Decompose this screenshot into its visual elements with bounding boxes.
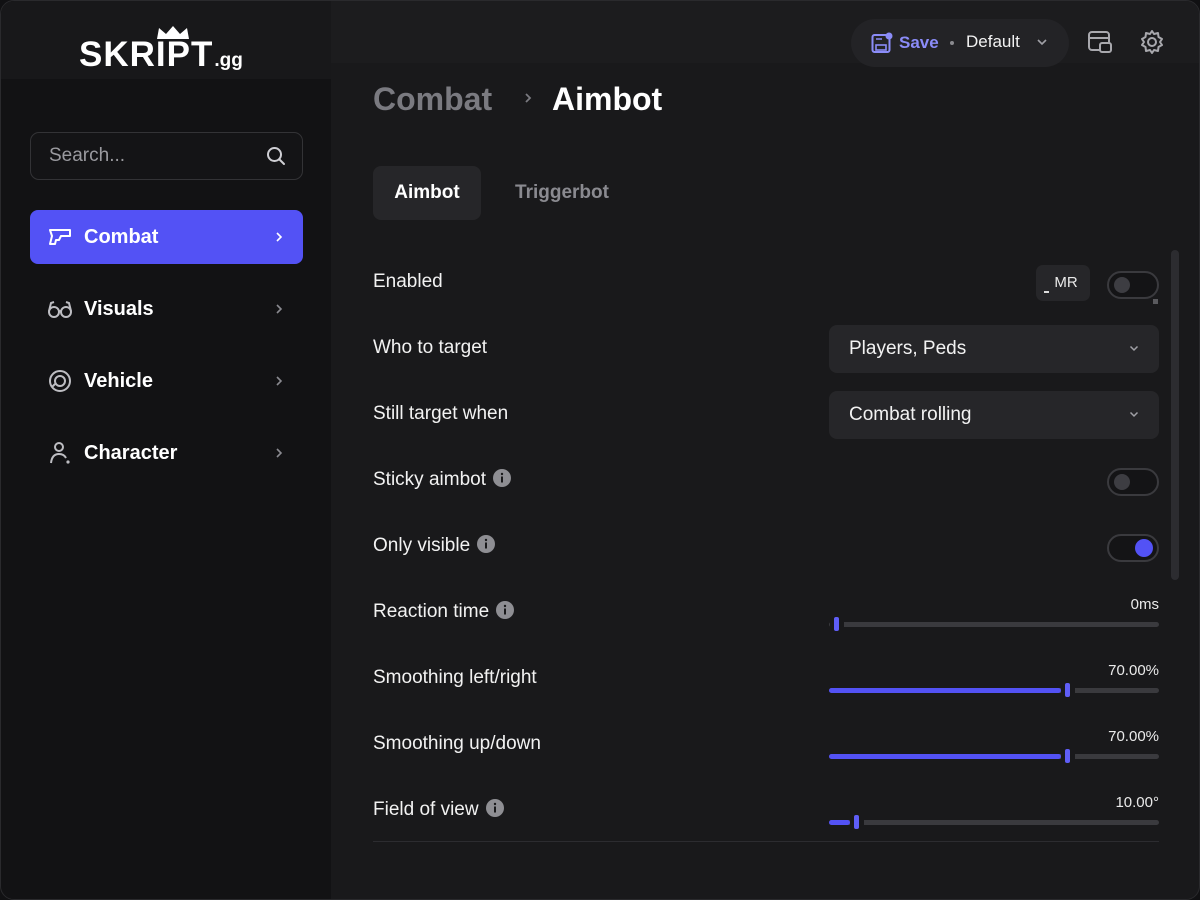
slider-thumb[interactable] bbox=[1065, 683, 1070, 697]
logo-suffix: .gg bbox=[214, 50, 243, 71]
sidebar-item-vehicle[interactable]: Vehicle bbox=[30, 354, 303, 408]
search-icon[interactable] bbox=[266, 146, 286, 166]
reaction-time-slider[interactable] bbox=[829, 617, 1159, 631]
slider-thumb[interactable] bbox=[834, 617, 839, 631]
only-visible-toggle[interactable] bbox=[1107, 534, 1159, 562]
separator-dot bbox=[950, 41, 954, 45]
chevron-right-icon bbox=[276, 232, 283, 242]
slider-thumb[interactable] bbox=[1065, 749, 1070, 763]
breadcrumb-parent[interactable]: Combat bbox=[373, 81, 492, 118]
dropdown-value: Players, Peds bbox=[849, 338, 967, 359]
tab-triggerbot[interactable]: Triggerbot bbox=[494, 166, 630, 220]
sidebar-item-label: Visuals bbox=[84, 298, 154, 320]
resize-handle bbox=[1153, 299, 1158, 304]
setting-label-sticky-aimbot: Sticky aimbot bbox=[373, 467, 511, 493]
slider-thumb[interactable] bbox=[854, 815, 859, 829]
steering-wheel-icon bbox=[49, 370, 71, 392]
info-icon[interactable] bbox=[485, 799, 504, 818]
scrollbar[interactable] bbox=[1171, 250, 1179, 580]
sidebar-item-character[interactable]: Character bbox=[30, 426, 303, 480]
smoothing-ud-slider[interactable] bbox=[829, 749, 1159, 763]
sticky-aimbot-label: Sticky aimbot bbox=[373, 469, 486, 490]
glasses-icon bbox=[48, 301, 72, 318]
config-bar: Save Default bbox=[851, 19, 1069, 67]
user-icon bbox=[50, 442, 70, 464]
main-panel: Save Default Combat Aimbot Aimbot Trigge… bbox=[331, 1, 1199, 899]
sidebar: SKRIPT.gg Combat bbox=[1, 1, 331, 899]
fov-slider[interactable] bbox=[829, 815, 1159, 829]
slider-fill bbox=[829, 688, 1061, 693]
fov-label: Field of view bbox=[373, 799, 479, 820]
setting-label-still-target-when: Still target when bbox=[373, 403, 509, 424]
setting-label-who-to-target: Who to target bbox=[373, 337, 488, 358]
logo: SKRIPT.gg bbox=[79, 26, 243, 85]
tab-aimbot[interactable]: Aimbot bbox=[373, 166, 481, 220]
section-divider bbox=[373, 841, 1159, 842]
gear-icon[interactable] bbox=[1139, 29, 1165, 55]
smoothing-ud-value: 70.00% bbox=[1108, 728, 1159, 745]
sidebar-item-label: Combat bbox=[84, 226, 159, 248]
sidebar-item-combat[interactable]: Combat bbox=[30, 210, 303, 264]
fov-value: 10.00° bbox=[1115, 794, 1159, 811]
search-input[interactable] bbox=[49, 133, 269, 179]
save-button[interactable]: Save bbox=[899, 19, 939, 67]
info-icon[interactable] bbox=[477, 535, 496, 554]
info-icon[interactable] bbox=[492, 469, 511, 488]
slider-track bbox=[829, 622, 1159, 627]
setting-label-enabled: Enabled bbox=[373, 271, 443, 292]
gun-icon bbox=[49, 229, 71, 245]
page-title: Aimbot bbox=[552, 81, 663, 117]
toggle-knob bbox=[1114, 474, 1130, 490]
still-target-when-select[interactable]: Combat rolling bbox=[829, 391, 1159, 439]
crown-icon bbox=[157, 26, 189, 39]
smoothing-lr-value: 70.00% bbox=[1108, 662, 1159, 679]
top-bar bbox=[331, 1, 1199, 63]
window-icon[interactable] bbox=[1087, 29, 1113, 55]
logo-text: SKRIPT bbox=[79, 35, 214, 74]
setting-label-fov: Field of view bbox=[373, 797, 504, 823]
chevron-down-icon bbox=[1129, 345, 1139, 352]
sidebar-item-label: Vehicle bbox=[84, 370, 153, 392]
toggle-knob bbox=[1114, 277, 1130, 293]
app-window: SKRIPT.gg Combat bbox=[0, 0, 1200, 900]
setting-label-smoothing-lr: Smoothing left/right bbox=[373, 667, 537, 688]
reaction-time-value: 0ms bbox=[1130, 596, 1159, 613]
sidebar-item-label: Character bbox=[84, 442, 178, 464]
sticky-aimbot-toggle[interactable] bbox=[1107, 468, 1159, 496]
setting-label-smoothing-ud: Smoothing up/down bbox=[373, 733, 541, 754]
setting-label-reaction-time: Reaction time bbox=[373, 599, 515, 625]
chevron-right-icon bbox=[276, 448, 283, 458]
setting-label-only-visible: Only visible bbox=[373, 533, 496, 559]
chevron-right-icon bbox=[525, 93, 532, 103]
smoothing-lr-slider[interactable] bbox=[829, 683, 1159, 697]
reaction-time-label: Reaction time bbox=[373, 601, 490, 622]
chevron-down-icon bbox=[1129, 411, 1139, 418]
slider-fill bbox=[829, 754, 1061, 759]
sidebar-item-visuals[interactable]: Visuals bbox=[30, 282, 303, 336]
enabled-toggle[interactable] bbox=[1107, 271, 1159, 299]
keybind-label: MR bbox=[1054, 274, 1078, 291]
slider-track bbox=[829, 820, 1159, 825]
search-box bbox=[30, 132, 303, 180]
toggle-knob bbox=[1135, 539, 1153, 557]
chevron-right-icon bbox=[276, 376, 283, 386]
info-icon[interactable] bbox=[496, 601, 515, 620]
profile-select[interactable]: Default bbox=[966, 19, 1020, 65]
keybind-underscore bbox=[1044, 291, 1049, 293]
slider-fill bbox=[829, 820, 850, 825]
keybind-button[interactable]: MR bbox=[1036, 265, 1090, 301]
save-icon[interactable] bbox=[871, 32, 893, 54]
chevron-right-icon bbox=[276, 304, 283, 314]
chevron-down-icon[interactable] bbox=[1036, 38, 1048, 46]
dropdown-value: Combat rolling bbox=[849, 404, 972, 425]
only-visible-label: Only visible bbox=[373, 535, 471, 556]
who-to-target-select[interactable]: Players, Peds bbox=[829, 325, 1159, 373]
